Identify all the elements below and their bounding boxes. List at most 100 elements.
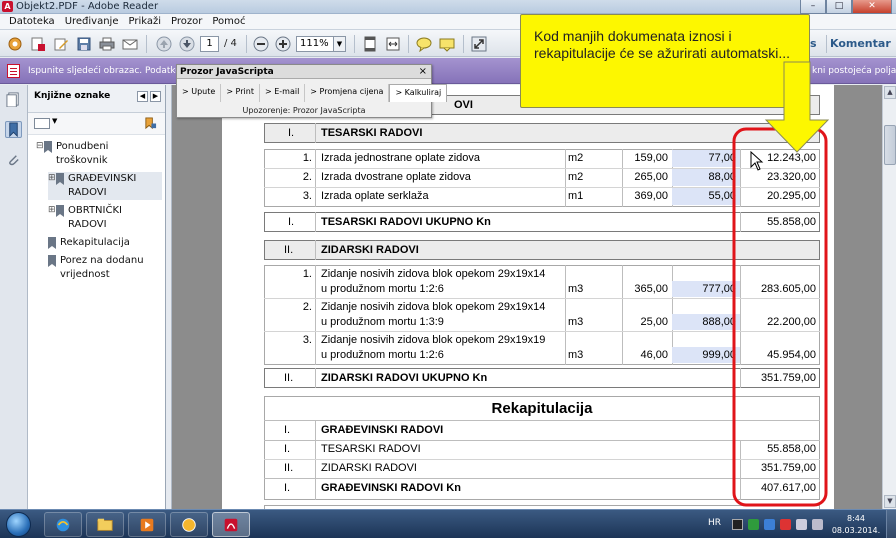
options-menu-icon[interactable] [34, 118, 50, 129]
javascript-tabs: > Upute > Print > E-mail > Promjena cije… [177, 84, 448, 102]
new-bookmark-icon[interactable] [144, 117, 157, 130]
tray-app-icon[interactable] [732, 519, 743, 530]
row-quantity: 265,00 [634, 171, 668, 183]
adobe-reader-taskbar-icon[interactable] [212, 512, 250, 537]
internet-explorer-icon[interactable] [44, 512, 82, 537]
clock-date[interactable]: 08.03.2014. [830, 525, 882, 536]
javascript-window-header: Prozor JavaScripta × [177, 65, 431, 79]
tools-label[interactable]: s [810, 36, 817, 52]
row-price[interactable]: 888,00 [672, 315, 736, 329]
app-icon[interactable] [170, 512, 208, 537]
row-quantity: 159,00 [634, 152, 668, 164]
row-description: Izrada jednostrane oplate zidova [321, 152, 480, 164]
page-number-input[interactable]: 1 [200, 36, 219, 52]
bookmark-item[interactable]: Rekapitulacija [40, 236, 162, 250]
row-price[interactable]: 777,00 [672, 282, 736, 296]
expand-icon[interactable] [470, 35, 487, 52]
bookmark-item[interactable]: ⊞ OBRTNIČKI RADOVI [48, 204, 162, 232]
tab-email[interactable]: > E-mail [260, 84, 306, 102]
row-description: Zidanje nosivih zidova blok opekom 29x19… [321, 268, 546, 280]
clock-time[interactable]: 8:44 [836, 513, 876, 524]
menu-file[interactable]: Datoteka [4, 14, 60, 29]
print-icon[interactable] [98, 35, 115, 52]
row-price[interactable]: 999,00 [672, 348, 736, 362]
row-price[interactable]: 55,00 [672, 189, 736, 203]
row-number: 3. [302, 334, 312, 346]
fit-page-icon[interactable] [361, 35, 378, 52]
scrollbar-thumb[interactable] [884, 125, 896, 165]
tab-print[interactable]: > Print [221, 84, 260, 102]
show-desktop-button[interactable] [886, 510, 896, 538]
bookmark-icon [56, 205, 64, 217]
start-button[interactable] [6, 512, 31, 537]
bookmark-icon [56, 173, 64, 185]
close-icon[interactable]: × [419, 65, 427, 79]
bookmark-label: Rekapitulacija [60, 237, 130, 248]
scroll-down-icon[interactable]: ▼ [884, 495, 896, 508]
tray-network-icon[interactable] [764, 519, 775, 530]
zoom-level-input[interactable]: 111% [296, 36, 334, 52]
chevron-down-icon[interactable]: ▼ [52, 117, 57, 125]
row-number: 3. [302, 190, 312, 202]
comment-icon[interactable] [415, 35, 432, 52]
previous-page-icon[interactable] [155, 35, 172, 52]
page-thumbnails-icon[interactable] [5, 91, 22, 108]
expander-icon[interactable]: ⊟ [36, 140, 44, 153]
fit-width-icon[interactable] [384, 35, 401, 52]
expander-icon[interactable]: ⊞ [48, 204, 56, 217]
tab-change-prices[interactable]: > Promjena cijena [305, 84, 390, 102]
media-player-icon[interactable] [128, 512, 166, 537]
bookmark-label: GRAĐEVINSKI RADOVI [68, 173, 137, 198]
toolbar-separator [826, 35, 827, 53]
close-button[interactable]: ✕ [852, 0, 892, 14]
minimize-button[interactable]: – [800, 0, 826, 14]
bookmark-item[interactable]: ⊟ Ponudbeni troškovnik [36, 140, 162, 168]
email-icon[interactable] [121, 35, 138, 52]
combine-files-icon[interactable] [29, 35, 46, 52]
section-total-label: TESARSKI RADOVI UKUPNO Kn [321, 216, 491, 228]
maximize-button[interactable]: □ [826, 0, 852, 14]
window-title: Objekt2.PDF - Adobe Reader [16, 1, 159, 12]
tray-flag-icon[interactable] [780, 519, 791, 530]
zoom-in-icon[interactable] [274, 35, 291, 52]
menu-window[interactable]: Prozor [166, 14, 207, 29]
collapse-panel-icon[interactable]: ◀ [137, 91, 148, 102]
close-panel-icon[interactable]: ▶ [150, 91, 161, 102]
row-quantity: 46,00 [640, 349, 668, 361]
row-price[interactable]: 88,00 [672, 170, 736, 184]
menu-help[interactable]: Pomoć [207, 14, 250, 29]
bookmark-label: Ponudbeni troškovnik [56, 141, 109, 166]
zoom-out-icon[interactable] [252, 35, 269, 52]
bookmark-icon [44, 141, 52, 153]
tab-calculate[interactable]: > Kalkuliraj [389, 84, 448, 102]
highlight-icon[interactable] [438, 35, 455, 52]
save-icon[interactable] [75, 35, 92, 52]
create-pdf-icon[interactable] [6, 35, 23, 52]
edit-icon[interactable] [52, 35, 69, 52]
toolbar-separator [246, 35, 247, 53]
taskbar: HR 8:44 08.03.2014. [0, 509, 896, 538]
expander-icon[interactable]: ⊞ [48, 172, 56, 185]
row-number: 2. [302, 171, 312, 183]
row-description: Izrada dvostrane oplate zidova [321, 171, 471, 183]
vertical-scrollbar[interactable]: ▲ ▼ [882, 85, 896, 509]
adobe-reader-icon: A [2, 1, 13, 12]
chevron-down-icon[interactable]: ▼ [334, 36, 346, 52]
tray-security-icon[interactable] [748, 519, 759, 530]
comment-pane-button[interactable]: Komentar [830, 36, 891, 52]
menu-view[interactable]: Prikaži [124, 14, 167, 29]
file-explorer-icon[interactable] [86, 512, 124, 537]
language-indicator[interactable]: HR [708, 518, 721, 528]
scroll-up-icon[interactable]: ▲ [884, 86, 896, 99]
tray-display-icon[interactable] [796, 519, 807, 530]
attachments-icon[interactable] [5, 151, 22, 168]
next-page-icon[interactable] [178, 35, 195, 52]
bookmarks-icon[interactable] [5, 121, 22, 138]
menu-edit[interactable]: Uređivanje [60, 14, 124, 29]
row-price[interactable]: 77,00 [672, 151, 736, 165]
tab-instructions[interactable]: > Upute [177, 84, 222, 102]
bookmark-item[interactable]: ⊞ GRAĐEVINSKI RADOVI [48, 172, 162, 200]
volume-icon[interactable] [812, 519, 823, 530]
row-quantity: 25,00 [640, 316, 668, 328]
bookmark-item[interactable]: Porez na dodanu vrijednost [40, 254, 162, 282]
